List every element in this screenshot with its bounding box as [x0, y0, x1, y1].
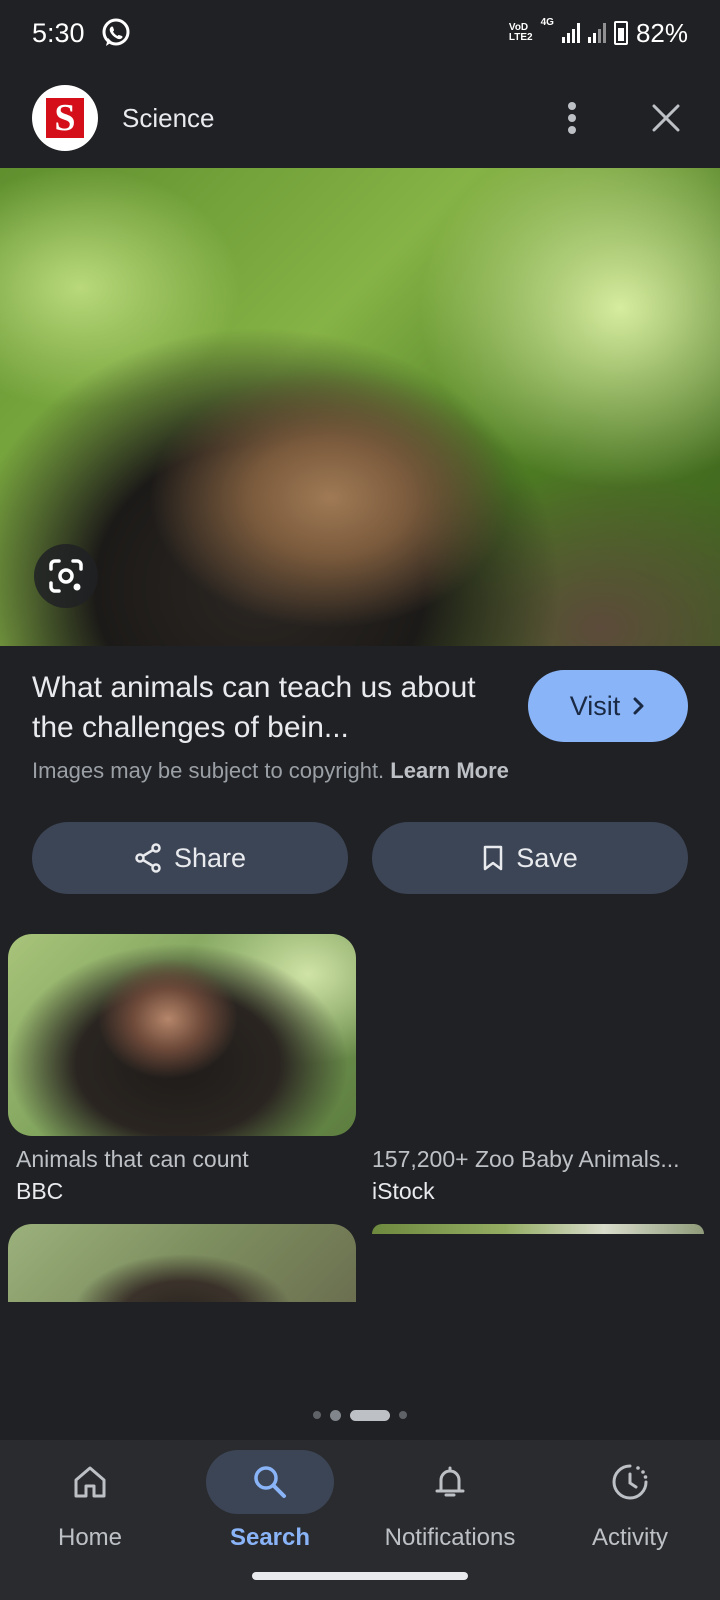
site-logo-letter: S — [46, 98, 84, 138]
visit-button[interactable]: Visit — [528, 670, 688, 742]
page-dot — [313, 1411, 321, 1419]
page-dot — [399, 1411, 407, 1419]
action-row: Share Save — [32, 822, 688, 894]
home-indicator[interactable] — [252, 1572, 468, 1580]
page-dot-active — [350, 1409, 390, 1421]
lens-button[interactable] — [34, 544, 98, 608]
signal-icon — [561, 23, 580, 43]
nav-item-search[interactable]: Search — [180, 1450, 360, 1552]
share-button[interactable]: Share — [32, 822, 348, 894]
home-icon — [74, 1466, 106, 1498]
related-source: iStock — [372, 1178, 435, 1204]
more-options-button[interactable] — [550, 96, 594, 140]
status-indicators: VoD LTE2 4G 82% — [509, 16, 688, 49]
related-image[interactable] — [8, 1224, 356, 1302]
bookmark-icon — [483, 845, 503, 871]
related-caption[interactable]: 157,200+ Zoo Baby Animals... iStock — [372, 1144, 708, 1208]
nav-label-notifications: Notifications — [384, 1524, 516, 1551]
share-label: Share — [173, 842, 247, 873]
bell-icon — [435, 1466, 465, 1497]
share-icon — [135, 843, 161, 873]
nav-label-activity: Activity — [591, 1524, 668, 1551]
close-button[interactable] — [644, 96, 688, 140]
status-time: 5:30 — [32, 17, 85, 48]
result-info: What animals can teach us about the chal… — [32, 668, 688, 784]
lens-icon — [49, 559, 83, 593]
chevron-right-icon — [633, 697, 644, 715]
whatsapp-icon — [102, 18, 130, 46]
nav-item-activity[interactable]: Activity — [540, 1450, 720, 1552]
learn-more-link[interactable]: Learn More — [390, 758, 509, 783]
activity-icon — [612, 1464, 648, 1500]
network-gen-label: 4G — [540, 16, 554, 28]
related-image[interactable] — [8, 934, 356, 1136]
page-dot — [330, 1409, 341, 1421]
copyright-notice: Images may be subject to copyright. Lear… — [32, 758, 688, 784]
nav-item-home[interactable]: Home — [0, 1450, 180, 1552]
visit-label: Visit — [569, 690, 621, 721]
site-name[interactable]: Science — [122, 103, 215, 134]
network-type: VoD LTE2 — [509, 23, 533, 43]
page-indicator — [0, 1409, 720, 1421]
source-header: S Science — [0, 78, 720, 158]
signal-icon-2 — [587, 23, 606, 43]
list-fade — [0, 1302, 720, 1442]
related-source: BBC — [16, 1178, 64, 1204]
status-bar: 5:30 VoD LTE2 4G 82% — [0, 0, 720, 66]
copyright-text: Images may be subject to copyright. — [32, 758, 385, 783]
result-title[interactable]: What animals can teach us about the chal… — [32, 668, 492, 748]
nav-item-notifications[interactable]: Notifications — [360, 1450, 540, 1552]
save-label: Save — [516, 842, 578, 873]
battery-icon — [613, 21, 628, 45]
network-lte-label: LTE2 — [508, 32, 533, 43]
site-logo[interactable]: S — [32, 85, 98, 151]
nav-label-search: Search — [229, 1524, 311, 1551]
hero-image[interactable] — [0, 168, 720, 646]
related-caption[interactable]: Animals that can count BBC — [16, 1144, 356, 1208]
battery-percent: 82% — [635, 17, 688, 48]
related-title: Animals that can count — [16, 1146, 249, 1172]
save-button[interactable]: Save — [372, 822, 688, 894]
nav-label-home: Home — [57, 1524, 123, 1551]
related-image[interactable] — [372, 1224, 704, 1234]
close-icon — [652, 104, 680, 132]
search-icon — [254, 1466, 286, 1498]
related-title: 157,200+ Zoo Baby Animals... — [372, 1146, 680, 1172]
more-vert-icon — [568, 102, 576, 134]
